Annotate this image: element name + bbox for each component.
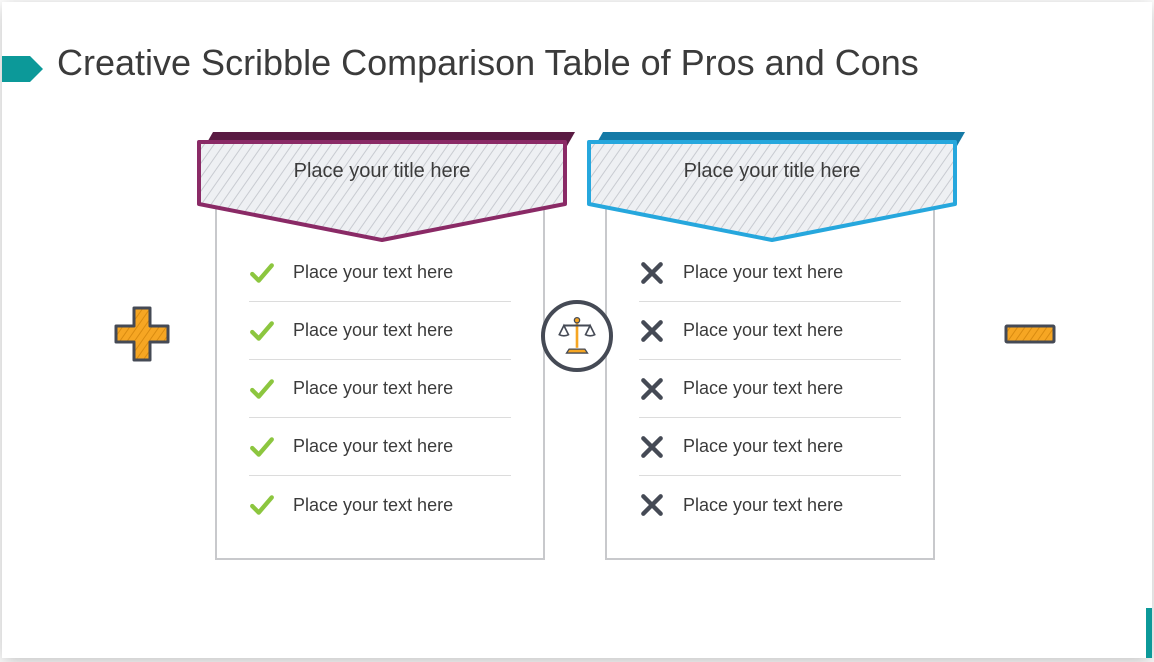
slide-title: Creative Scribble Comparison Table of Pr… bbox=[57, 42, 919, 84]
list-item: Place your text here bbox=[639, 244, 901, 302]
item-text: Place your text here bbox=[683, 262, 843, 283]
item-text: Place your text here bbox=[293, 378, 453, 399]
item-text: Place your text here bbox=[683, 495, 843, 516]
item-text: Place your text here bbox=[293, 320, 453, 341]
list-item: Place your text here bbox=[249, 244, 511, 302]
item-text: Place your text here bbox=[683, 436, 843, 457]
cons-header: Place your title here bbox=[587, 140, 957, 244]
item-text: Place your text here bbox=[293, 495, 453, 516]
cons-card: Place your title here Place your text he… bbox=[605, 200, 935, 560]
pros-title: Place your title here bbox=[197, 160, 567, 183]
cross-icon bbox=[639, 318, 665, 344]
pros-list: Place your text here Place your text her… bbox=[249, 244, 511, 534]
check-icon bbox=[249, 318, 275, 344]
pros-card: Place your title here Place your text he… bbox=[215, 200, 545, 560]
list-item: Place your text here bbox=[249, 360, 511, 418]
plus-icon bbox=[110, 302, 174, 366]
cross-icon bbox=[639, 434, 665, 460]
list-item: Place your text here bbox=[639, 302, 901, 360]
slide: Creative Scribble Comparison Table of Pr… bbox=[2, 2, 1152, 658]
list-item: Place your text here bbox=[639, 476, 901, 534]
pros-header: Place your title here bbox=[197, 140, 567, 244]
scale-icon bbox=[541, 300, 613, 372]
check-icon bbox=[249, 260, 275, 286]
item-text: Place your text here bbox=[293, 436, 453, 457]
cons-title: Place your title here bbox=[587, 160, 957, 183]
check-icon bbox=[249, 492, 275, 518]
list-item: Place your text here bbox=[249, 302, 511, 360]
cross-icon bbox=[639, 376, 665, 402]
minus-icon bbox=[998, 302, 1062, 366]
cross-icon bbox=[639, 260, 665, 286]
list-item: Place your text here bbox=[639, 360, 901, 418]
accent-bookmark bbox=[2, 56, 30, 82]
item-text: Place your text here bbox=[683, 378, 843, 399]
list-item: Place your text here bbox=[249, 418, 511, 476]
list-item: Place your text here bbox=[249, 476, 511, 534]
list-item: Place your text here bbox=[639, 418, 901, 476]
cons-list: Place your text here Place your text her… bbox=[639, 244, 901, 534]
check-icon bbox=[249, 434, 275, 460]
item-text: Place your text here bbox=[683, 320, 843, 341]
accent-corner bbox=[1146, 608, 1152, 658]
item-text: Place your text here bbox=[293, 262, 453, 283]
cross-icon bbox=[639, 492, 665, 518]
check-icon bbox=[249, 376, 275, 402]
